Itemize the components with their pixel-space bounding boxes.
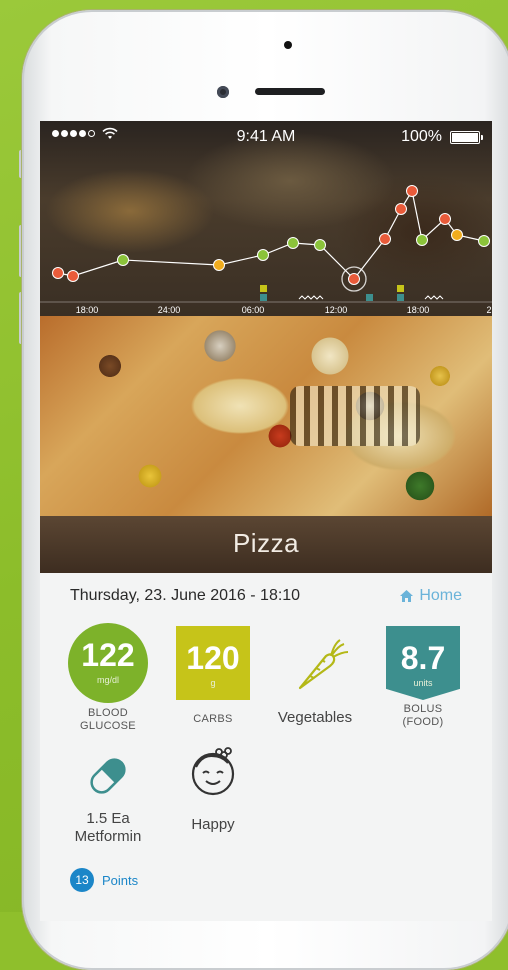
insulin-marker xyxy=(366,294,373,301)
data-point[interactable] xyxy=(478,235,490,247)
activity-marker xyxy=(298,295,324,300)
insulin-marker xyxy=(260,294,267,301)
data-point[interactable] xyxy=(314,239,326,251)
data-point[interactable] xyxy=(379,233,391,245)
x-tick-label: 24:00 xyxy=(158,305,181,315)
vegetables-caption: Vegetables xyxy=(277,709,353,726)
bolus-value: 8.7 xyxy=(400,640,446,676)
earpiece-speaker xyxy=(255,88,325,95)
bolus-tile[interactable]: 8.7 units BOLUS (FOOD) xyxy=(386,626,460,729)
data-point[interactable] xyxy=(348,273,360,285)
app-screen: 18:00 24:00 06:00 12:00 18:00 2 9:41 AM … xyxy=(40,121,492,921)
x-tick-label: 06:00 xyxy=(242,305,265,315)
home-icon xyxy=(400,590,414,602)
carrot-icon xyxy=(298,639,349,690)
glucose-points xyxy=(52,185,490,285)
carbs-tile[interactable]: 120 g CARBS xyxy=(176,626,250,726)
location-label: Home xyxy=(419,587,462,604)
points-indicator[interactable]: 13 Points xyxy=(70,868,138,892)
data-point[interactable] xyxy=(439,213,451,225)
carbs-value: 120 xyxy=(186,640,240,676)
proximity-sensor xyxy=(284,41,292,49)
data-point[interactable] xyxy=(117,254,129,266)
meal-title-band: Pizza xyxy=(40,516,492,573)
bolus-badge: 8.7 units xyxy=(386,626,460,700)
data-point[interactable] xyxy=(395,203,407,215)
x-tick-label: 18:00 xyxy=(76,305,99,315)
glucose-value: 122 xyxy=(81,637,135,673)
data-point[interactable] xyxy=(287,237,299,249)
data-point[interactable] xyxy=(406,185,418,197)
event-markers xyxy=(260,285,444,301)
carbs-marker xyxy=(260,285,267,292)
data-point[interactable] xyxy=(257,249,269,261)
meal-photo[interactable] xyxy=(40,316,492,516)
medication-caption: 1.5 Ea Metformin xyxy=(74,810,142,845)
mood-caption: Happy xyxy=(191,816,235,833)
vegetables-tile[interactable]: Vegetables xyxy=(270,626,360,727)
glucose-badge: 122 mg/dl xyxy=(68,623,148,703)
data-point[interactable] xyxy=(451,229,463,241)
activity-marker xyxy=(424,295,444,300)
x-tick-label: 2 xyxy=(486,305,491,315)
glucose-unit: mg/dl xyxy=(96,675,119,685)
data-point[interactable] xyxy=(416,234,428,246)
x-axis-ticks: 18:00 24:00 06:00 12:00 18:00 2 xyxy=(76,305,492,315)
meal-title: Pizza xyxy=(232,528,300,558)
happy-face-icon xyxy=(191,747,235,796)
battery-icon xyxy=(450,131,483,144)
carbs-unit: g xyxy=(210,678,216,688)
data-point[interactable] xyxy=(213,259,225,271)
carbs-caption: CARBS xyxy=(193,713,233,725)
mood-tile[interactable]: Happy xyxy=(168,745,258,834)
x-tick-label: 12:00 xyxy=(325,305,348,315)
bolus-unit: units xyxy=(413,678,433,688)
battery-percentage: 100% xyxy=(401,128,442,145)
blood-glucose-tile[interactable]: 122 mg/dl BLOOD GLUCOSE xyxy=(68,623,148,733)
data-point[interactable] xyxy=(52,267,64,279)
carbs-badge: 120 g xyxy=(176,626,250,700)
location-link[interactable]: Home xyxy=(400,587,462,605)
front-camera xyxy=(217,86,229,98)
pill-icon xyxy=(90,758,126,794)
x-tick-label: 18:00 xyxy=(407,305,430,315)
points-label: Points xyxy=(102,872,139,888)
bolus-caption: BOLUS (FOOD) xyxy=(402,703,444,728)
data-point[interactable] xyxy=(67,270,79,282)
carbs-marker xyxy=(397,285,404,292)
status-bar: 9:41 AM 100% xyxy=(40,121,492,151)
points-count: 13 xyxy=(70,868,94,892)
meal-datetime: Thursday, 23. June 2016 - 18:10 xyxy=(70,587,301,604)
glucose-caption: BLOOD GLUCOSE xyxy=(80,707,136,732)
medication-tile[interactable]: 1.5 Ea Metformin xyxy=(66,749,150,846)
insulin-marker xyxy=(397,294,404,301)
meal-hero: 18:00 24:00 06:00 12:00 18:00 2 9:41 AM … xyxy=(40,121,492,573)
